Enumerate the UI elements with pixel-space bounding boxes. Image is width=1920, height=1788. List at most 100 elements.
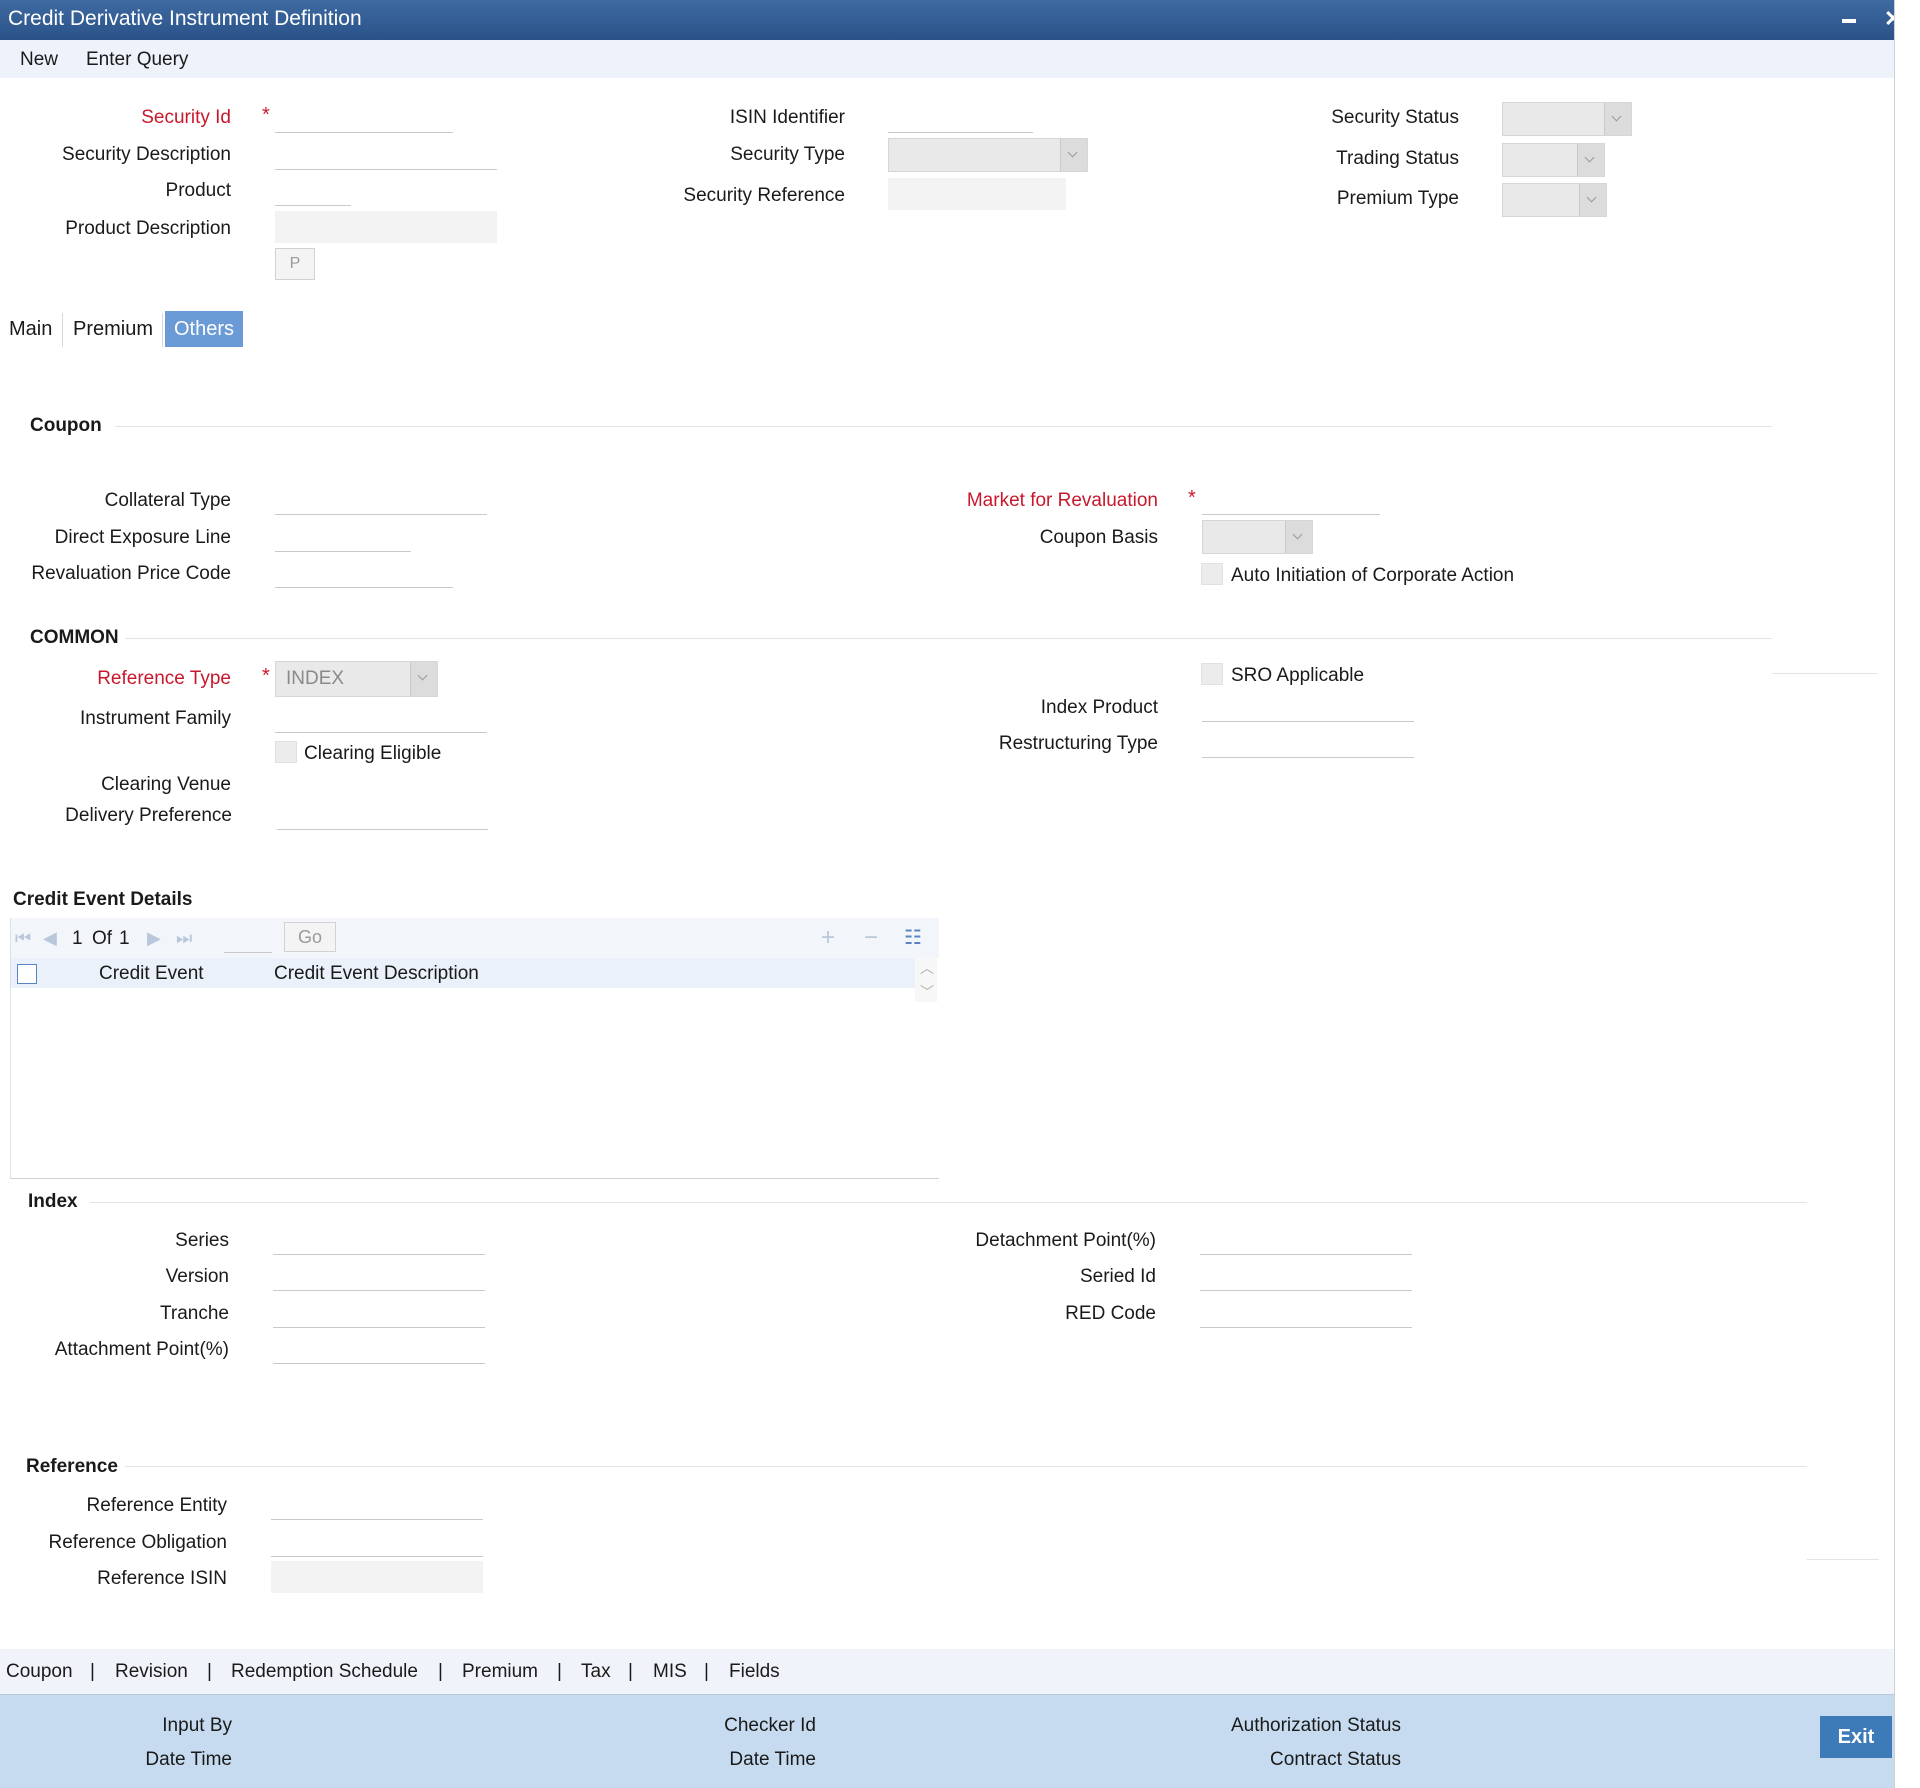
next-page-icon[interactable]: ▶ [147, 928, 161, 949]
close-icon[interactable]: ✕ [1884, 6, 1894, 32]
menu-enter-query[interactable]: Enter Query [86, 49, 188, 71]
market-for-revaluation-input[interactable] [1202, 486, 1380, 515]
scroll-down-icon[interactable]: ﹀ [920, 982, 934, 1002]
first-page-icon[interactable]: ⏮ [15, 928, 31, 949]
coupon-basis-select[interactable] [1202, 520, 1313, 554]
security-type-label: Security Type [730, 144, 845, 165]
date-time-label: Date Time [729, 1749, 816, 1770]
instrument-family-input[interactable] [275, 704, 487, 733]
link-revision[interactable]: Revision [115, 1661, 188, 1683]
link-mis[interactable]: MIS [653, 1661, 687, 1683]
collateral-type-input[interactable] [275, 486, 487, 515]
link-tax[interactable]: Tax [581, 1661, 611, 1683]
page-margin [1894, 0, 1920, 1788]
seried-id-input[interactable] [1200, 1262, 1412, 1291]
restructuring-type-input[interactable] [1202, 729, 1414, 758]
revaluation-price-code-input[interactable] [275, 559, 453, 588]
section-divider [125, 638, 1772, 639]
market-for-revaluation-label: Market for Revaluation [966, 490, 1158, 511]
menu-new[interactable]: New [20, 49, 58, 71]
tab-divider [62, 313, 63, 347]
menu-bar: New Enter Query [0, 40, 1894, 78]
add-row-icon[interactable]: + [821, 924, 835, 952]
reference-type-select[interactable]: INDEX [275, 661, 438, 697]
seried-id-label: Seried Id [1079, 1266, 1156, 1287]
list-view-icon[interactable]: ☷ [904, 925, 922, 950]
required-marker: * [1188, 487, 1196, 509]
premium-type-select[interactable] [1502, 183, 1607, 217]
detachment-point-label: Detachment Point(%) [975, 1230, 1156, 1251]
product-lookup-button[interactable]: P [275, 248, 315, 280]
column-credit-event-description: Credit Event Description [274, 963, 479, 984]
security-type-select[interactable] [888, 138, 1088, 172]
security-description-label: Security Description [62, 144, 231, 165]
version-label: Version [165, 1266, 229, 1287]
scroll-up-icon[interactable]: ︿ [920, 958, 934, 978]
chevron-down-icon [1285, 521, 1312, 553]
security-status-select[interactable] [1502, 102, 1632, 136]
product-description-input [275, 211, 497, 243]
previous-page-icon[interactable]: ◀ [43, 928, 57, 949]
link-fields[interactable]: Fields [729, 1661, 780, 1683]
page-of: Of [92, 928, 113, 949]
index-section-title: Index [28, 1191, 78, 1212]
link-separator: | [704, 1661, 709, 1682]
tranche-input[interactable] [273, 1299, 485, 1328]
series-input[interactable] [273, 1226, 485, 1255]
tab-main[interactable]: Main [0, 311, 61, 347]
reference-obligation-label: Reference Obligation [48, 1532, 228, 1553]
grid-scrollbar[interactable]: ︿ ﹀ [915, 958, 937, 1002]
detachment-point-input[interactable] [1200, 1226, 1412, 1255]
exit-button[interactable]: Exit [1820, 1716, 1892, 1758]
trading-status-select[interactable] [1502, 143, 1605, 177]
chevron-down-icon [1604, 103, 1631, 135]
delete-row-icon[interactable]: − [864, 924, 878, 952]
last-page-icon[interactable]: ⏭ [176, 928, 192, 949]
section-divider [90, 1202, 1807, 1203]
tab-premium[interactable]: Premium [64, 311, 162, 347]
isin-identifier-input[interactable] [888, 104, 1033, 133]
reference-entity-input[interactable] [271, 1491, 483, 1520]
product-description-label: Product Description [65, 218, 231, 239]
security-reference-label: Security Reference [683, 185, 845, 206]
index-product-input[interactable] [1202, 693, 1414, 722]
trading-status-label: Trading Status [1336, 148, 1459, 169]
tab-others[interactable]: Others [165, 311, 244, 347]
auto-initiation-checkbox[interactable] [1201, 563, 1223, 585]
link-separator: | [438, 1661, 443, 1682]
version-input[interactable] [273, 1262, 485, 1291]
attachment-point-input[interactable] [273, 1335, 485, 1364]
delivery-preference-input[interactable] [277, 801, 488, 830]
reference-type-value: INDEX [286, 668, 345, 689]
security-id-input[interactable] [275, 104, 453, 133]
premium-type-label: Premium Type [1336, 188, 1459, 209]
page-number-input[interactable] [224, 924, 272, 953]
direct-exposure-line-input[interactable] [275, 523, 411, 552]
link-premium[interactable]: Premium [462, 1661, 538, 1683]
select-all-checkbox[interactable] [17, 964, 37, 984]
red-code-input[interactable] [1200, 1299, 1412, 1328]
restructuring-type-label: Restructuring Type [998, 733, 1158, 754]
sro-applicable-checkbox[interactable] [1201, 663, 1223, 685]
link-coupon[interactable]: Coupon [6, 1661, 73, 1683]
security-id-label: Security Id [141, 107, 231, 128]
attachment-point-label: Attachment Point(%) [54, 1339, 229, 1360]
credit-event-grid: ⏮ ◀ 1 Of 1 ▶ ⏭ Go + − ☷ Credit Event Cre… [10, 918, 939, 1179]
product-label: Product [165, 180, 231, 201]
index-product-label: Index Product [1040, 697, 1158, 718]
link-redemption-schedule[interactable]: Redemption Schedule [231, 1661, 418, 1683]
security-description-input[interactable] [275, 141, 497, 170]
required-marker: * [262, 665, 270, 687]
go-button[interactable]: Go [284, 922, 336, 952]
minimize-icon[interactable] [1840, 5, 1858, 31]
section-divider [1807, 1559, 1879, 1560]
security-status-label: Security Status [1331, 107, 1459, 128]
common-section-title: COMMON [30, 627, 119, 648]
reference-obligation-input[interactable] [271, 1528, 483, 1557]
product-input[interactable] [275, 177, 351, 206]
coupon-section-title: Coupon [30, 415, 102, 436]
delivery-preference-label: Delivery Preference [65, 805, 232, 826]
section-divider [1772, 673, 1878, 674]
clearing-eligible-checkbox[interactable] [275, 741, 297, 763]
audit-footer: Input By Date Time Checker Id Date Time … [0, 1694, 1894, 1788]
